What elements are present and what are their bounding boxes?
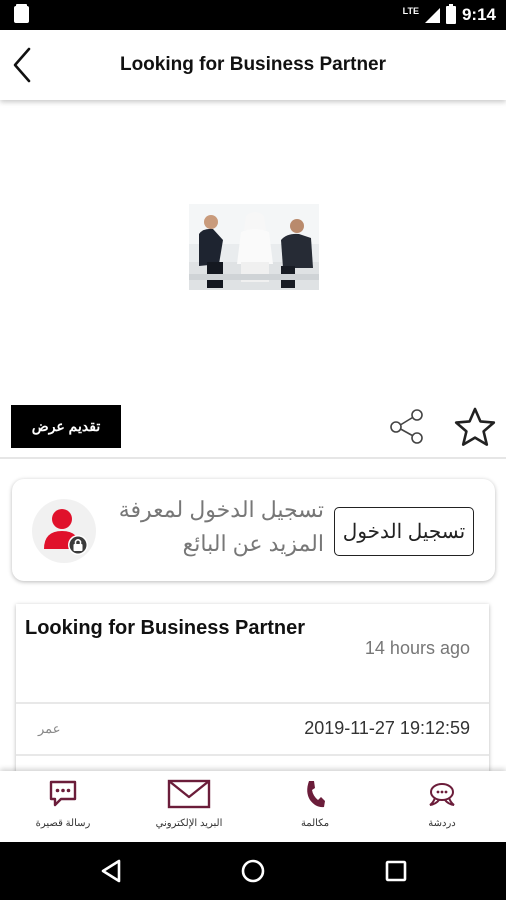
app-bar: Looking for Business Partner: [0, 30, 506, 100]
phone-icon: [307, 781, 325, 808]
status-bar: LTE 9:14: [0, 0, 506, 30]
share-icon: [390, 409, 423, 444]
detail-divider: [16, 702, 489, 704]
posted-ago: 14 hours ago: [364, 638, 470, 658]
page-title: Looking for Business Partner: [119, 54, 387, 75]
battery-icon: [445, 4, 456, 24]
system-recents-button[interactable]: [381, 856, 411, 886]
age-label: عمر: [38, 721, 61, 736]
sms-icon: [49, 780, 77, 807]
posted-datetime: 2019-11-27 19:12:59: [304, 718, 470, 738]
chevron-left-icon: [13, 47, 31, 83]
status-right-group: LTE 9:14: [403, 0, 496, 30]
email-label: البريد الإلكتروني: [155, 818, 223, 829]
locked-user-icon: [44, 509, 88, 555]
bottom-contact-bar: رسالة قصيرة البريد الإلكتروني مكالمة درد…: [0, 771, 506, 842]
signal-icon: [424, 7, 440, 23]
call-label: مكالمة: [300, 818, 330, 829]
section-divider: [0, 457, 506, 459]
email-icon: [167, 779, 211, 809]
square-recents-icon: [385, 860, 407, 882]
clock: 9:14: [461, 5, 496, 24]
login-prompt-text: تسجيل الدخول لمعرفة المزيد عن البائع: [118, 497, 324, 556]
system-back-button[interactable]: [97, 856, 127, 886]
triangle-back-icon: [101, 859, 121, 883]
favorite-button[interactable]: [452, 405, 498, 449]
seller-login-card: تسجيل الدخول تسجيل الدخول لمعرفة المزيد …: [12, 479, 495, 581]
back-button[interactable]: [4, 42, 44, 88]
network-type-label: LTE: [402, 5, 419, 16]
screen: LTE 9:14 Looking for Business Partner تق…: [0, 0, 506, 900]
avatar: [32, 499, 96, 563]
star-outline-icon: [454, 407, 496, 446]
detail-divider: [16, 754, 489, 756]
chat-icon: [429, 783, 455, 806]
system-home-button[interactable]: [238, 856, 268, 886]
listing-title: Looking for Business Partner: [25, 617, 306, 639]
listing-photo[interactable]: [189, 204, 319, 290]
circle-home-icon: [241, 859, 265, 883]
sms-label: رسالة قصيرة: [35, 818, 91, 829]
chat-button[interactable]: دردشة: [378, 771, 506, 842]
listing-image-area: [0, 100, 506, 400]
call-button[interactable]: مكالمة: [252, 771, 378, 842]
system-navigation-bar: [0, 842, 506, 900]
email-button[interactable]: البريد الإلكتروني: [126, 771, 252, 842]
share-button[interactable]: [388, 406, 426, 446]
listing-detail-card: Looking for Business Partner 14 hours ag…: [16, 604, 489, 794]
login-button[interactable]: تسجيل الدخول: [334, 507, 474, 556]
chat-label: دردشة: [428, 818, 456, 829]
make-offer-button[interactable]: تقديم عرض: [11, 405, 121, 448]
sd-card-icon: [14, 4, 29, 23]
sms-button[interactable]: رسالة قصيرة: [0, 771, 126, 842]
